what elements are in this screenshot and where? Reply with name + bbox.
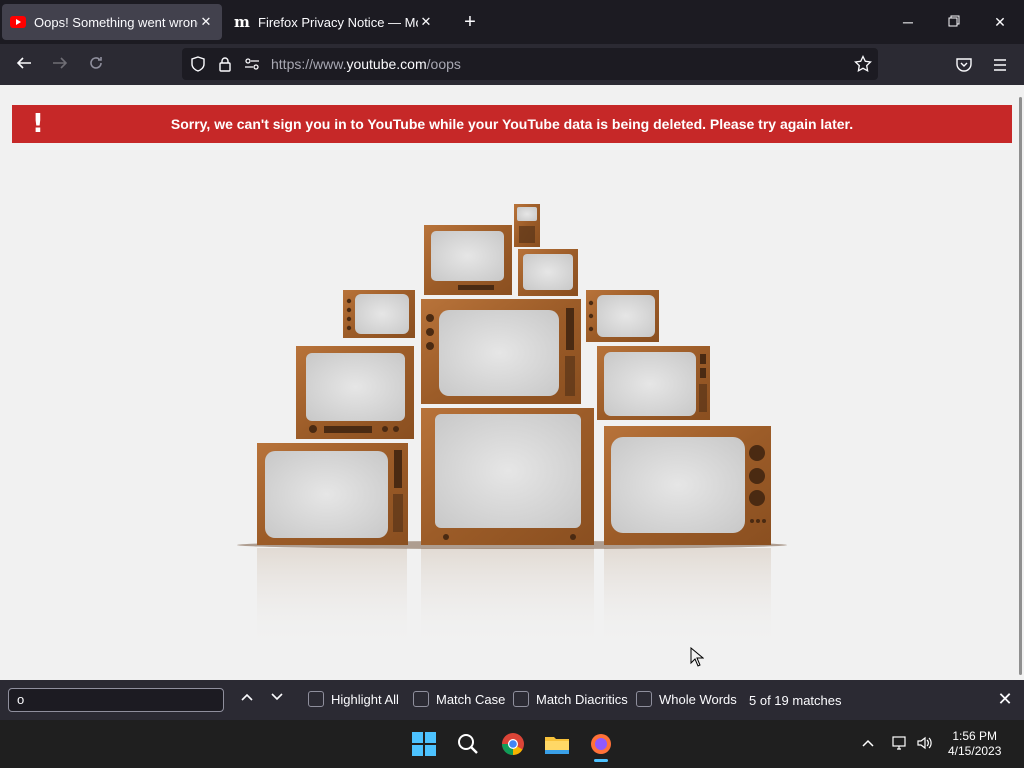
network-icon[interactable] [891,735,909,756]
checkbox-label: Highlight All [331,691,399,707]
bookmark-star-icon[interactable] [854,54,872,78]
television-right-middle [597,346,710,420]
youtube-favicon-icon [10,16,26,28]
tab-close-icon[interactable]: ✕ [198,14,214,30]
find-next-icon[interactable] [267,689,287,709]
permissions-icon[interactable] [244,56,260,77]
windows-start-icon[interactable] [408,728,440,760]
file-explorer-icon[interactable] [541,728,573,760]
lock-icon[interactable] [217,56,233,77]
television-bottom-left [257,443,408,545]
close-find-bar-icon[interactable]: ✕ [995,689,1015,710]
television-small-right [586,290,659,342]
volume-icon[interactable] [916,735,934,756]
television-top-right [518,249,578,296]
search-icon[interactable] [452,728,484,760]
firefox-icon[interactable] [585,728,617,762]
whole-words-checkbox[interactable]: Whole Words [636,691,737,707]
chevron-up-icon[interactable] [861,736,875,755]
checkbox-box[interactable] [413,691,429,707]
tv-reflection [421,548,594,648]
find-bar: o Highlight All Match Case Match Diacrit… [0,680,1024,720]
url-path: /oops [426,56,461,72]
mouse-pointer-icon [690,647,704,667]
find-input[interactable]: o [8,688,224,712]
system-clock[interactable]: 1:56 PM 4/15/2023 [948,729,1001,759]
pocket-icon[interactable] [955,56,973,79]
url-bar[interactable]: https://www.youtube.com/oops [182,48,878,80]
match-case-checkbox[interactable]: Match Case [413,691,505,707]
checkbox-box[interactable] [308,691,324,707]
tab-firefox-privacy[interactable]: m Firefox Privacy Notice — Mozilla ✕ [226,4,442,40]
navigation-toolbar: https://www.youtube.com/oops [0,44,1024,85]
television-small-left [343,290,415,338]
television-left-middle [296,346,414,439]
find-previous-icon[interactable] [237,689,257,709]
url-scheme: https://www. [271,56,347,72]
tab-strip: Oops! Something went wrong. ✕ m Firefox … [0,0,1024,44]
url-host: youtube.com [346,56,427,72]
tab-close-icon[interactable]: ✕ [418,14,434,30]
new-tab-button[interactable]: + [458,10,482,34]
clock-date: 4/15/2023 [948,744,1002,758]
url-text[interactable]: https://www.youtube.com/oops [271,56,461,72]
television-center-middle [421,299,581,404]
forward-arrow-icon[interactable] [49,54,71,76]
minimize-icon[interactable]: ─ [898,12,918,32]
tv-reflection [257,548,407,648]
checkbox-label: Match Diacritics [536,691,628,707]
tv-reflection [604,548,771,648]
close-icon[interactable]: ✕ [990,12,1010,32]
chrome-icon[interactable] [497,728,529,760]
match-count-status: 5 of 19 matches [749,693,842,708]
mozilla-favicon-icon: m [234,13,250,31]
television-tiny-top [514,204,540,247]
restore-icon[interactable] [944,12,964,32]
match-diacritics-checkbox[interactable]: Match Diacritics [513,691,628,707]
hamburger-menu-icon[interactable] [991,56,1009,79]
checkbox-box[interactable] [513,691,529,707]
television-bottom-center [421,408,594,545]
television-top-left [424,225,512,295]
checkbox-label: Whole Words [659,691,737,707]
windows-taskbar: 1:56 PM 4/15/2023 [0,720,1024,768]
clock-time: 1:56 PM [952,729,998,743]
checkbox-label: Match Case [436,691,506,707]
checkbox-box[interactable] [636,691,652,707]
page-content: ! Sorry, we can't sign you in to YouTube… [0,85,1024,680]
reload-icon[interactable] [85,54,107,76]
tab-title: Oops! Something went wrong. [34,14,198,30]
active-app-indicator [594,759,608,762]
back-arrow-icon[interactable] [13,54,35,76]
tracking-protection-shield-icon[interactable] [190,56,206,77]
television-bottom-right [604,426,771,545]
tab-title: Firefox Privacy Notice — Mozilla [258,14,418,30]
highlight-all-checkbox[interactable]: Highlight All [308,691,399,707]
stacked-televisions-illustration [237,204,787,648]
tab-youtube-oops[interactable]: Oops! Something went wrong. ✕ [2,4,222,40]
